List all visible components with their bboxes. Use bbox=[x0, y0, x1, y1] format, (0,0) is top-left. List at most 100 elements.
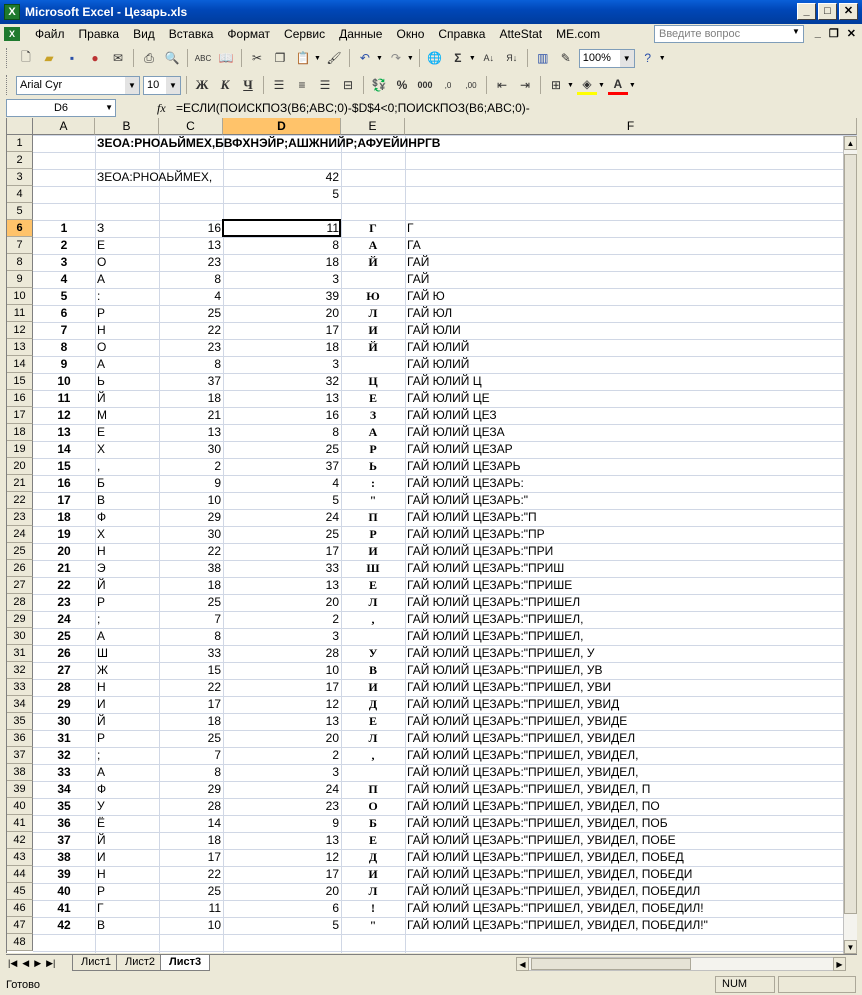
zoom-select[interactable]: 100% ▼ bbox=[578, 48, 635, 68]
position-cell[interactable]: 30 bbox=[159, 441, 223, 458]
column-header[interactable]: D bbox=[223, 118, 341, 135]
index-cell[interactable]: 38 bbox=[33, 849, 95, 866]
row-header[interactable]: 43 bbox=[7, 849, 33, 866]
decoded-text-cell[interactable]: ГАЙ bbox=[405, 254, 857, 271]
decoded-letter-cell[interactable]: : bbox=[341, 475, 405, 492]
decoded-letter-cell[interactable]: Л bbox=[341, 594, 405, 611]
index-cell[interactable]: 40 bbox=[33, 883, 95, 900]
cipher-letter-cell[interactable]: Й bbox=[95, 577, 159, 594]
decoded-letter-cell[interactable]: Р bbox=[341, 526, 405, 543]
shifted-position-cell[interactable]: 13 bbox=[223, 390, 341, 407]
index-cell[interactable]: 21 bbox=[33, 560, 95, 577]
row-header[interactable]: 45 bbox=[7, 883, 33, 900]
row-header[interactable]: 36 bbox=[7, 730, 33, 747]
decoded-letter-cell[interactable] bbox=[341, 356, 405, 373]
decoded-letter-cell[interactable]: Ю bbox=[341, 288, 405, 305]
horizontal-scrollbar[interactable]: ◀ ▶ bbox=[516, 957, 846, 971]
decoded-text-cell[interactable]: ГАЙ ЮЛИЙ ЦЕЗАР bbox=[405, 441, 857, 458]
decoded-letter-cell[interactable]: Е bbox=[341, 577, 405, 594]
scroll-down-icon[interactable]: ▼ bbox=[844, 940, 857, 954]
decoded-letter-cell[interactable]: Д bbox=[341, 696, 405, 713]
column-header[interactable]: A bbox=[33, 118, 95, 135]
position-cell[interactable]: 22 bbox=[159, 543, 223, 560]
increase-decimal-button[interactable]: ,0 bbox=[438, 75, 458, 95]
font-color-icon[interactable]: A bbox=[607, 75, 628, 95]
shifted-position-cell[interactable]: 24 bbox=[223, 509, 341, 526]
chevron-down-icon[interactable]: ▼ bbox=[314, 55, 321, 62]
shifted-position-cell[interactable]: 13 bbox=[223, 832, 341, 849]
decoded-text-cell[interactable]: ГАЙ ЮЛИЙ ЦЕЗАРЬ:"ПРИШЕЛ, УВИ bbox=[405, 679, 857, 696]
cipher-letter-cell[interactable]: Р bbox=[95, 730, 159, 747]
cipher-letter-cell[interactable]: В bbox=[95, 492, 159, 509]
scroll-right-icon[interactable]: ▶ bbox=[833, 957, 846, 971]
cipher-letter-cell[interactable]: И bbox=[95, 849, 159, 866]
index-cell[interactable]: 42 bbox=[33, 917, 95, 934]
align-right-icon[interactable]: ☰ bbox=[315, 75, 335, 95]
row-header[interactable]: 47 bbox=[7, 917, 33, 934]
menu-item[interactable]: Окно bbox=[389, 25, 431, 43]
shifted-position-cell[interactable]: 5 bbox=[223, 492, 341, 509]
decoded-text-cell[interactable]: ГАЙ ЮЛИЙ bbox=[405, 356, 857, 373]
sort-ascending-icon[interactable]: A↓ bbox=[479, 48, 499, 68]
cipher-letter-cell[interactable]: Ф bbox=[95, 781, 159, 798]
row-header[interactable]: 5 bbox=[7, 203, 33, 220]
cipher-letter-cell[interactable]: У bbox=[95, 798, 159, 815]
menu-item[interactable]: AtteStat bbox=[492, 25, 549, 43]
index-cell[interactable]: 13 bbox=[33, 424, 95, 441]
decoded-text-cell[interactable]: ГАЙ ЮЛИЙ ЦЕЗА bbox=[405, 424, 857, 441]
position-cell[interactable]: 10 bbox=[159, 917, 223, 934]
position-cell[interactable]: 33 bbox=[159, 645, 223, 662]
sort-descending-icon[interactable]: Я↓ bbox=[502, 48, 522, 68]
cipher-letter-cell[interactable]: Р bbox=[95, 883, 159, 900]
print-icon[interactable]: ⎙ bbox=[139, 48, 159, 68]
chevron-down-icon[interactable]: ▼ bbox=[629, 82, 636, 89]
decoded-text-cell[interactable]: Г bbox=[405, 220, 857, 237]
row-header[interactable]: 31 bbox=[7, 645, 33, 662]
key-shift-cell[interactable]: 5 bbox=[223, 186, 341, 203]
index-cell[interactable]: 17 bbox=[33, 492, 95, 509]
position-cell[interactable]: 14 bbox=[159, 815, 223, 832]
decoded-letter-cell[interactable]: В bbox=[341, 662, 405, 679]
row-header[interactable]: 33 bbox=[7, 679, 33, 696]
position-cell[interactable]: 23 bbox=[159, 339, 223, 356]
position-cell[interactable]: 18 bbox=[159, 390, 223, 407]
decoded-text-cell[interactable]: ГАЙ ЮЛИЙ ЦЕЗАРЬ:"ПРИШЕЛ bbox=[405, 594, 857, 611]
cipher-letter-cell[interactable]: , bbox=[95, 458, 159, 475]
decoded-letter-cell[interactable]: П bbox=[341, 781, 405, 798]
index-cell[interactable]: 11 bbox=[33, 390, 95, 407]
row-header[interactable]: 15 bbox=[7, 373, 33, 390]
cipher-letter-cell[interactable]: Ё bbox=[95, 815, 159, 832]
decoded-text-cell[interactable]: ГА bbox=[405, 237, 857, 254]
position-cell[interactable]: 7 bbox=[159, 747, 223, 764]
decoded-letter-cell[interactable]: Ш bbox=[341, 560, 405, 577]
index-cell[interactable]: 36 bbox=[33, 815, 95, 832]
decoded-text-cell[interactable]: ГАЙ ЮЛИЙ ЦЕЗАРЬ:"П bbox=[405, 509, 857, 526]
cipher-letter-cell[interactable]: Ж bbox=[95, 662, 159, 679]
position-cell[interactable]: 25 bbox=[159, 594, 223, 611]
scroll-up-icon[interactable]: ▲ bbox=[844, 136, 857, 150]
decoded-text-cell[interactable]: ГАЙ ЮЛИЙ ЦЕЗАРЬ:"ПРИШЕЛ, УВИДЕЛ, ПО bbox=[405, 798, 857, 815]
index-cell[interactable]: 22 bbox=[33, 577, 95, 594]
index-cell[interactable]: 3 bbox=[33, 254, 95, 271]
cipher-letter-cell[interactable]: ; bbox=[95, 747, 159, 764]
decoded-letter-cell[interactable]: , bbox=[341, 611, 405, 628]
position-cell[interactable]: 18 bbox=[159, 577, 223, 594]
index-cell[interactable]: 27 bbox=[33, 662, 95, 679]
minimize-button[interactable]: _ bbox=[797, 3, 816, 20]
next-sheet-icon[interactable]: ▶ bbox=[34, 958, 41, 969]
row-header[interactable]: 11 bbox=[7, 305, 33, 322]
row-header[interactable]: 14 bbox=[7, 356, 33, 373]
toolbar-grip[interactable] bbox=[6, 75, 9, 95]
email-icon[interactable]: ✉ bbox=[108, 48, 128, 68]
decoded-text-cell[interactable]: ГАЙ ЮЛИЙ ЦЕЗАРЬ:"ПРИШЕЛ, УВИДЕЛ, ПОБЕДИ bbox=[405, 866, 857, 883]
shifted-position-cell[interactable]: 12 bbox=[223, 696, 341, 713]
undo-icon[interactable]: ↶ bbox=[355, 48, 375, 68]
merge-center-icon[interactable]: ⊟ bbox=[338, 75, 358, 95]
chevron-down-icon[interactable]: ▼ bbox=[376, 55, 383, 62]
position-cell[interactable]: 7 bbox=[159, 611, 223, 628]
index-cell[interactable]: 8 bbox=[33, 339, 95, 356]
position-cell[interactable]: 18 bbox=[159, 713, 223, 730]
position-cell[interactable]: 8 bbox=[159, 764, 223, 781]
cipher-letter-cell[interactable]: Н bbox=[95, 322, 159, 339]
row-header[interactable]: 7 bbox=[7, 237, 33, 254]
